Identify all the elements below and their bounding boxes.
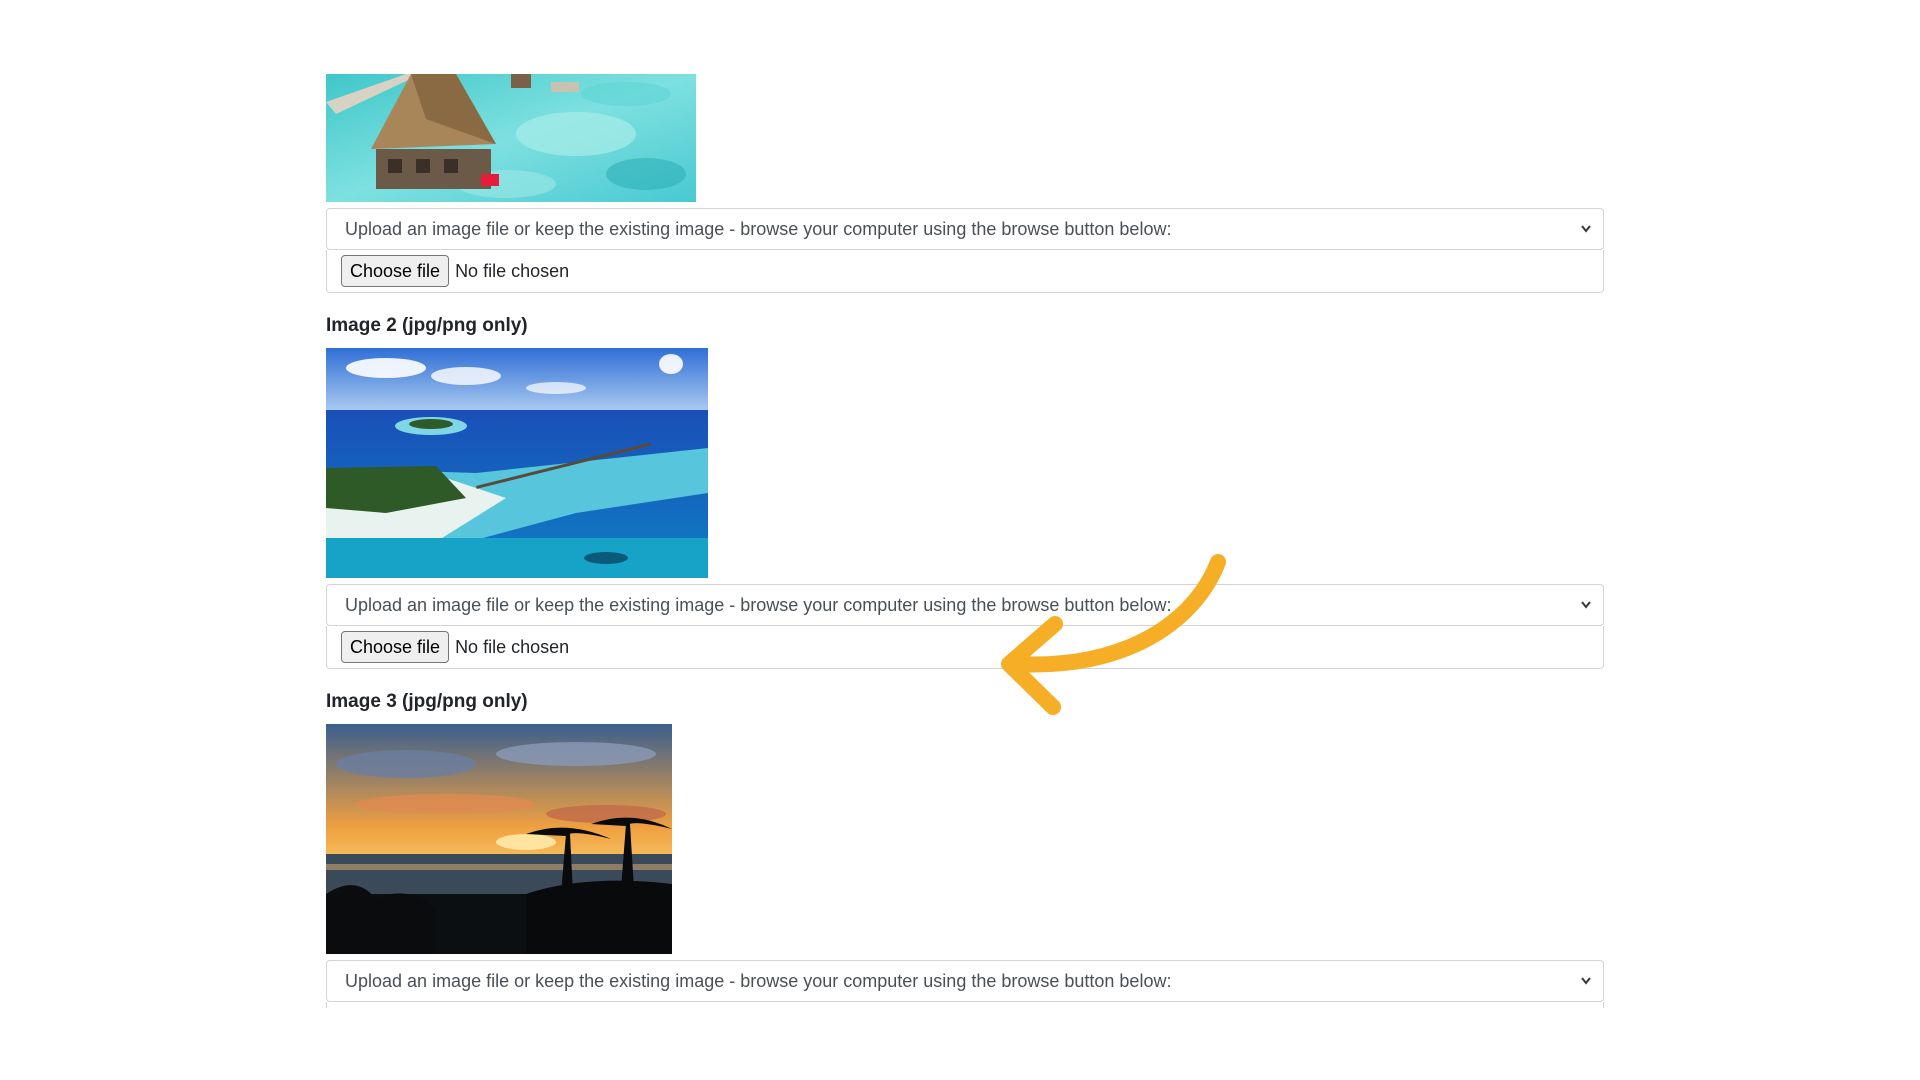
image-2-preview bbox=[326, 348, 708, 578]
image-1-file-input: Choose file No file chosen bbox=[326, 250, 1604, 293]
image-section-3: Image 3 (jpg/png only) Upload an image f… bbox=[326, 690, 1604, 1008]
image-1-select-text: Upload an image file or keep the existin… bbox=[345, 219, 1172, 239]
image-2-label: Image 2 (jpg/png only) bbox=[326, 315, 528, 336]
chevron-down-icon bbox=[1581, 225, 1591, 233]
page: Upload an image file or keep the existin… bbox=[0, 0, 1920, 1080]
image-1-source-select[interactable]: Upload an image file or keep the existin… bbox=[326, 208, 1604, 250]
image-2-source-select[interactable]: Upload an image file or keep the existin… bbox=[326, 584, 1604, 626]
image-2-choose-file-button[interactable]: Choose file bbox=[341, 631, 450, 663]
curved-arrow-icon bbox=[1001, 554, 1226, 715]
chevron-down-icon bbox=[1581, 601, 1591, 609]
image-section-2: Image 2 (jpg/png only) Upload an image f… bbox=[326, 314, 1604, 669]
image-1-choose-file-button[interactable]: Choose file bbox=[341, 255, 450, 287]
image-upload-form: Upload an image file or keep the existin… bbox=[326, 74, 1604, 1008]
image-3-label: Image 3 (jpg/png only) bbox=[326, 691, 528, 712]
chevron-down-icon bbox=[1581, 977, 1591, 985]
image-section-1: Upload an image file or keep the existin… bbox=[326, 74, 1604, 293]
image-1-villa-picture bbox=[326, 74, 696, 202]
image-2-file-input: Choose file No file chosen bbox=[326, 626, 1604, 669]
image-3-file-input-partial bbox=[326, 1002, 1604, 1008]
image-3-select-text: Upload an image file or keep the existin… bbox=[345, 971, 1172, 991]
image-1-file-status: No file chosen bbox=[455, 260, 570, 281]
image-2-island-picture bbox=[326, 348, 708, 578]
image-3-sunset-picture bbox=[326, 724, 672, 954]
image-3-preview bbox=[326, 724, 672, 954]
image-2-file-status: No file chosen bbox=[455, 636, 570, 657]
image-3-source-select[interactable]: Upload an image file or keep the existin… bbox=[326, 960, 1604, 1002]
image-1-preview bbox=[326, 74, 696, 202]
